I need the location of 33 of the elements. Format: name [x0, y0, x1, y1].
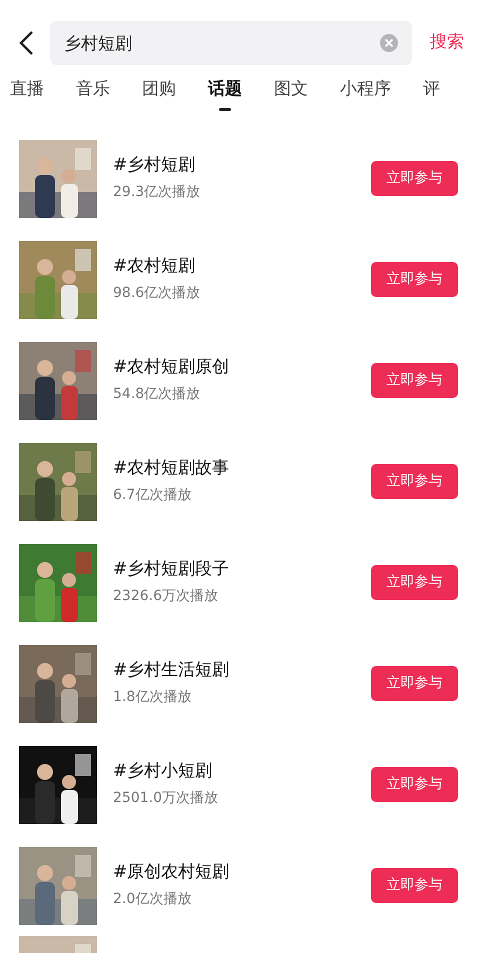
join-button[interactable]: 立即参与: [371, 767, 458, 802]
topic-title: #乡村短剧段子: [113, 558, 230, 580]
topic-title: #乡村生活短剧: [113, 658, 230, 682]
join-button[interactable]: 立即参与: [371, 363, 458, 398]
play-count: 29.3亿次播放: [113, 183, 202, 202]
topic-title: #乡村小短剧: [113, 760, 214, 782]
play-count: 1.8亿次播放: [113, 688, 192, 708]
back-icon[interactable]: [18, 30, 34, 56]
topic-title: #农村短剧: [113, 254, 196, 278]
play-count: 2501.0万次播放: [113, 789, 219, 808]
tab[interactable]: 直播: [10, 77, 44, 107]
search-button[interactable]: 搜索: [412, 30, 468, 56]
play-count: 6.7亿次播放: [113, 486, 192, 506]
play-count: 54.8亿次播放: [113, 385, 202, 404]
join-button[interactable]: 立即参与: [371, 565, 458, 600]
play-count: 2.0亿次播放: [113, 890, 192, 910]
play-count: 2326.6万次播放: [113, 587, 219, 606]
join-button[interactable]: 立即参与: [371, 161, 458, 196]
topic-title: #农村短剧故事: [113, 456, 230, 480]
join-button[interactable]: 立即参与: [371, 262, 458, 297]
tab[interactable]: 评: [423, 77, 440, 107]
join-button[interactable]: 立即参与: [371, 464, 458, 499]
tab[interactable]: 图文: [274, 77, 308, 107]
topic-title: #乡村短剧: [113, 154, 196, 176]
play-count: 98.6亿次播放: [113, 284, 202, 304]
tab[interactable]: 小程序: [340, 77, 391, 107]
join-button[interactable]: 立即参与: [371, 868, 458, 903]
topic-title: #农村短剧原创: [113, 356, 230, 378]
join-button[interactable]: 立即参与: [371, 666, 458, 701]
search-field[interactable]: 乡村短剧: [50, 21, 412, 65]
tab[interactable]: 音乐: [76, 77, 110, 107]
topic-title: #原创农村短剧: [113, 860, 230, 884]
tab[interactable]: 团购: [142, 77, 176, 107]
